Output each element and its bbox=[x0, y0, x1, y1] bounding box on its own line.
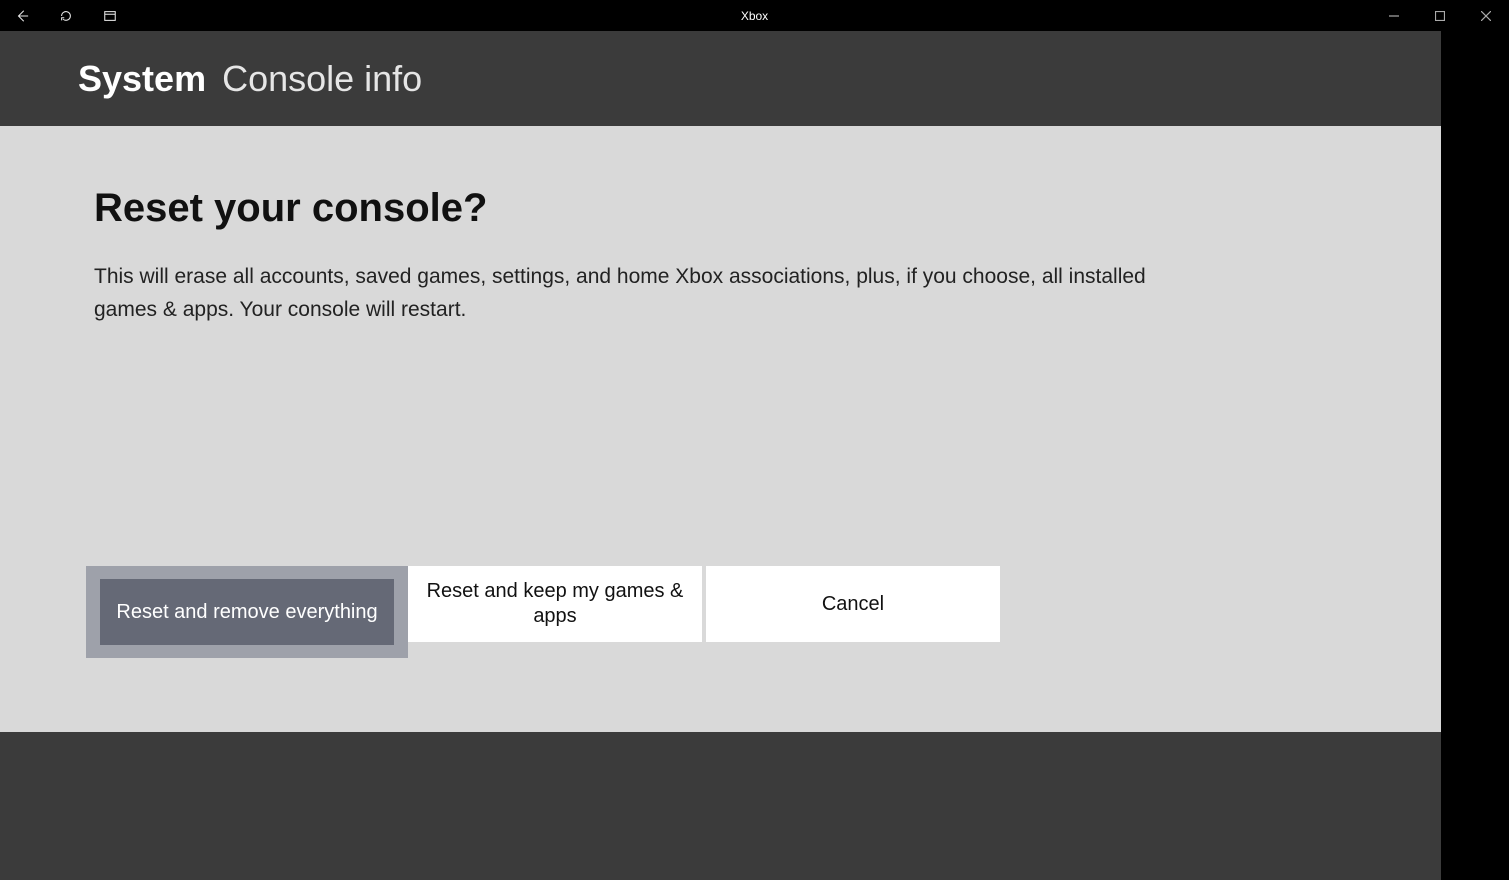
refresh-button[interactable] bbox=[44, 0, 88, 31]
refresh-icon bbox=[59, 9, 73, 23]
back-arrow-icon bbox=[15, 9, 29, 23]
right-gutter bbox=[1441, 31, 1509, 880]
reset-keep-games-apps-button[interactable]: Reset and keep my games & apps bbox=[408, 566, 702, 642]
app-frame: System Console info Reset your console? … bbox=[0, 31, 1441, 880]
title-bar: Xbox bbox=[0, 0, 1509, 31]
breadcrumb-page: Console info bbox=[222, 58, 422, 100]
reset-remove-everything-label: Reset and remove everything bbox=[100, 579, 394, 645]
window-title: Xbox bbox=[741, 9, 768, 23]
cancel-button[interactable]: Cancel bbox=[706, 566, 1000, 642]
minimize-button[interactable] bbox=[1371, 0, 1417, 31]
dialog-content: Reset your console? This will erase all … bbox=[0, 126, 1441, 732]
footer-strip bbox=[0, 732, 1441, 880]
maximize-icon bbox=[1435, 11, 1445, 21]
titlebar-left-controls bbox=[0, 0, 132, 31]
window-controls bbox=[1371, 0, 1509, 31]
window-icon bbox=[103, 9, 117, 23]
minimize-icon bbox=[1389, 11, 1399, 21]
reset-remove-everything-button[interactable]: Reset and remove everything bbox=[86, 566, 408, 658]
back-button[interactable] bbox=[0, 0, 44, 31]
close-icon bbox=[1481, 11, 1491, 21]
dialog-button-row: Reset and remove everything Reset and ke… bbox=[86, 566, 1004, 658]
breadcrumb: System Console info bbox=[78, 58, 422, 100]
maximize-button[interactable] bbox=[1417, 0, 1463, 31]
dialog-description: This will erase all accounts, saved game… bbox=[94, 261, 1194, 326]
breadcrumb-section: System bbox=[78, 58, 206, 100]
view-app-button[interactable] bbox=[88, 0, 132, 31]
dialog-heading: Reset your console? bbox=[94, 186, 1363, 231]
header-strip: System Console info bbox=[0, 31, 1441, 126]
close-button[interactable] bbox=[1463, 0, 1509, 31]
